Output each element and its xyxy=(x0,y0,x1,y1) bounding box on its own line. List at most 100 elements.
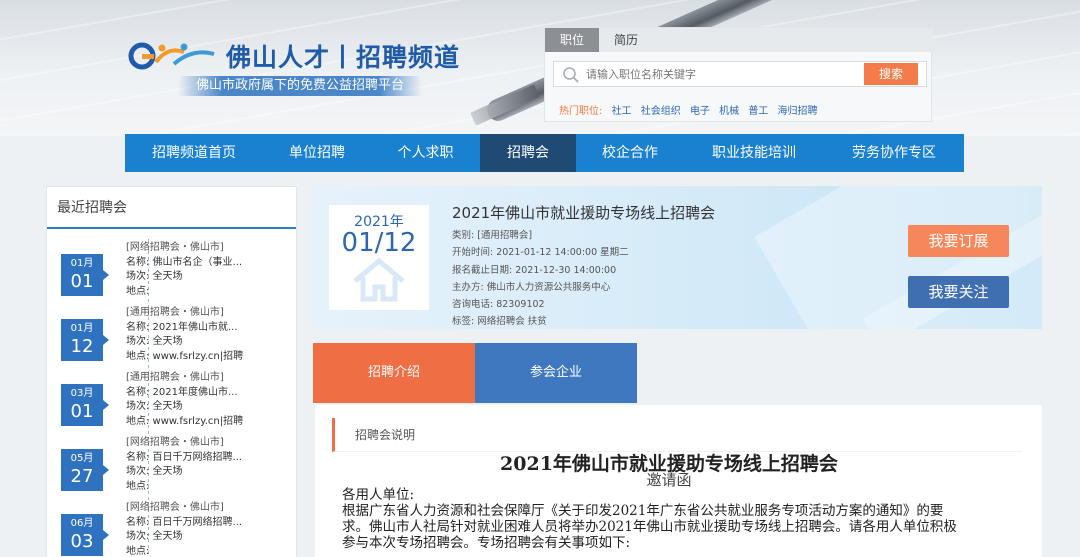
event-name-link[interactable]: 名称: 佛山市名企（事业... xyxy=(126,256,242,271)
event-tag: [通用招聘会・佛山市] xyxy=(126,372,224,383)
hot-job-link[interactable]: 海归招聘 xyxy=(778,106,818,117)
event-day: 01 xyxy=(70,271,94,292)
event-date-badge[interactable]: 03月 01 xyxy=(61,384,103,426)
event-date-badge[interactable]: 01月 12 xyxy=(61,319,103,361)
search-panel: 职位 简历 搜索 热门职位: 社工 社会组织 电子 机械 普工 海归招聘 xyxy=(544,27,933,122)
event-venue: 场次: 全天场 xyxy=(126,401,183,412)
event-venue: 场次: 全天场 xyxy=(126,336,183,347)
event-date-badge[interactable]: 05月 27 xyxy=(61,449,103,491)
event-date-badge[interactable]: 06月 03 xyxy=(61,514,103,556)
fair-detail-banner: 2021年 01/12 2021年佛山市就业援助专场线上招聘会 类别: [通用招… xyxy=(313,186,1042,329)
tab-search-resumes[interactable]: 简历 xyxy=(599,28,653,52)
tab-recruitment-intro[interactable]: 招聘介绍 xyxy=(313,343,475,403)
event-tag: [通用招聘会・佛山市] xyxy=(126,307,224,318)
badge-arrow xyxy=(103,530,109,540)
event-tag: [网络招聘会・佛山市] xyxy=(126,502,224,513)
badge-arrow xyxy=(103,270,109,280)
search-button[interactable]: 搜索 xyxy=(864,63,918,85)
search-tabs: 职位 简历 xyxy=(545,28,933,52)
event-day: 03 xyxy=(70,531,94,552)
event-place: 地点: xyxy=(126,480,150,492)
house-watermark-icon xyxy=(353,257,405,302)
main-nav: 招聘频道首页 单位招聘 个人求职 招聘会 校企合作 职业技能培训 劳务协作专区 xyxy=(125,134,964,172)
sidebar-title: 最近招聘会 xyxy=(47,187,296,229)
tab-participating-companies[interactable]: 参会企业 xyxy=(475,343,637,403)
event-info: [网络招聘会・佛山市] 名称: 佛山市名企（事业... 场次: 全天场 地点: xyxy=(126,241,242,299)
search-bar: 搜索 xyxy=(553,61,927,87)
fair-date-card: 2021年 01/12 xyxy=(329,205,429,310)
nav-item-company-recruit[interactable]: 单位招聘 xyxy=(263,134,371,172)
event-date-badge[interactable]: 01月 01 xyxy=(61,254,103,296)
nav-item-school-enterprise[interactable]: 校企合作 xyxy=(576,134,684,172)
event-place: 地点: xyxy=(126,545,150,557)
fair-start-time: 开始时间: 2021-01-12 14:00:00 星期二 xyxy=(452,247,629,259)
hot-job-link[interactable]: 电子 xyxy=(690,106,710,117)
list-item: 01月 01 [网络招聘会・佛山市] 名称: 佛山市名企（事业... 场次: 全… xyxy=(47,241,298,306)
fair-category: 类别: [通用招聘会] xyxy=(452,230,533,241)
hot-jobs: 热门职位: 社工 社会组织 电子 机械 普工 海归招聘 xyxy=(559,102,818,117)
fair-tags: 标签: 网络招聘会 扶贫 xyxy=(452,316,547,328)
event-info: [通用招聘会・佛山市] 名称: 2021年佛山市就... 场次: 全天场 地点:… xyxy=(126,306,243,364)
list-item: 05月 27 [网络招聘会・佛山市] 名称: 百日千万网络招聘... 场次: 全… xyxy=(47,436,298,501)
event-tag: [网络招聘会・佛山市] xyxy=(126,242,224,253)
event-month: 06月 xyxy=(70,518,94,529)
recent-fairs-sidebar: 最近招聘会 01月 01 [网络招聘会・佛山市] 名称: 佛山市名企（事业...… xyxy=(46,186,297,557)
event-name-link[interactable]: 名称: 百日千万网络招聘... xyxy=(126,451,242,466)
event-info: [网络招聘会・佛山市] 名称: 百日千万网络招聘... 场次: 全天场 地点: xyxy=(126,501,242,557)
event-day: 27 xyxy=(70,466,94,487)
list-item: 03月 01 [通用招聘会・佛山市] 名称: 2021年度佛山市... 场次: … xyxy=(47,371,298,436)
nav-item-labor-cooperation[interactable]: 劳务协作专区 xyxy=(824,134,964,172)
nav-item-job-fair[interactable]: 招聘会 xyxy=(480,134,576,172)
event-info: [通用招聘会・佛山市] 名称: 2021年度佛山市... 场次: 全天场 地点:… xyxy=(126,371,243,429)
search-icon xyxy=(563,67,579,83)
event-month: 03月 xyxy=(70,388,94,399)
nav-item-skill-training[interactable]: 职业技能培训 xyxy=(684,134,824,172)
event-name-link[interactable]: 名称: 2021年佛山市就... xyxy=(126,321,243,336)
section-label: 招聘会说明 xyxy=(332,418,1022,452)
fair-description: 招聘会说明 2021年佛山市就业援助专场线上招聘会 邀请函 各用人单位: 根据广… xyxy=(315,405,1042,557)
event-name-link[interactable]: 名称: 百日千万网络招聘... xyxy=(126,516,242,531)
event-venue: 场次: 全天场 xyxy=(126,531,183,542)
fair-deadline: 报名截止日期: 2021-12-30 14:00:00 xyxy=(452,264,617,276)
document-body: 各用人单位: 根据广东省人力资源和社会保障厅《关于印发2021年广东省公共就业服… xyxy=(342,487,1022,551)
site-title[interactable]: 佛山人才丨招聘频道 xyxy=(226,38,460,74)
event-venue: 场次: 全天场 xyxy=(126,271,183,282)
foshan-talent-logo-icon[interactable] xyxy=(126,38,216,74)
event-month: 01月 xyxy=(70,258,94,269)
fair-organizer: 主办方: 佛山市人力资源公共服务中心 xyxy=(452,281,611,293)
nav-item-home[interactable]: 招聘频道首页 xyxy=(125,134,263,172)
list-item: 01月 12 [通用招聘会・佛山市] 名称: 2021年佛山市就... 场次: … xyxy=(47,306,298,371)
event-place: 地点: www.fsrlzy.cn|招聘 xyxy=(126,415,244,427)
hot-job-link[interactable]: 机械 xyxy=(719,106,739,117)
nav-item-job-seeking[interactable]: 个人求职 xyxy=(371,134,480,172)
follow-button[interactable]: 我要关注 xyxy=(908,276,1009,308)
tab-search-jobs[interactable]: 职位 xyxy=(545,28,599,52)
hot-jobs-label: 热门职位: xyxy=(559,106,603,117)
event-day: 01 xyxy=(70,401,94,422)
fair-title: 2021年佛山市就业援助专场线上招聘会 xyxy=(452,204,716,222)
hot-job-link[interactable]: 社会组织 xyxy=(641,106,681,117)
document-paragraph: 参与本次专场招聘会。专场招聘会有关事项如下: xyxy=(342,535,631,551)
event-name-link[interactable]: 名称: 2021年度佛山市... xyxy=(126,386,243,401)
event-place: 地点: xyxy=(126,285,150,297)
hot-job-link[interactable]: 普工 xyxy=(748,106,768,117)
event-place: 地点: www.fsrlzy.cn|招聘 xyxy=(126,350,244,362)
fair-date: 01/12 xyxy=(341,228,417,258)
event-month: 05月 xyxy=(70,453,94,464)
search-input[interactable] xyxy=(586,64,866,84)
subscribe-button[interactable]: 我要订展 xyxy=(908,225,1009,257)
fair-phone: 咨询电话: 82309102 xyxy=(452,299,545,311)
event-month: 01月 xyxy=(70,323,94,334)
document-paragraph: 根据广东省人力资源和社会保障厅《关于印发2021年广东省公共就业服务专项活动方案… xyxy=(342,503,944,519)
event-tag: [网络招聘会・佛山市] xyxy=(126,437,224,448)
fair-meta: 类别: [通用招聘会] 开始时间: 2021-01-12 14:00:00 星期… xyxy=(452,227,629,329)
list-item: 06月 03 [网络招聘会・佛山市] 名称: 百日千万网络招聘... 场次: 全… xyxy=(47,501,298,557)
badge-arrow xyxy=(103,400,109,410)
hot-job-link[interactable]: 社工 xyxy=(612,106,632,117)
badge-arrow xyxy=(103,335,109,345)
event-venue: 场次: 全天场 xyxy=(126,466,183,477)
badge-arrow xyxy=(103,465,109,475)
event-day: 12 xyxy=(70,336,94,357)
document-paragraph: 求。佛山市人社局针对就业困难人员将举办2021年佛山市就业援助专场线上招聘会。请… xyxy=(342,519,957,535)
document-greeting: 各用人单位: xyxy=(342,487,415,503)
